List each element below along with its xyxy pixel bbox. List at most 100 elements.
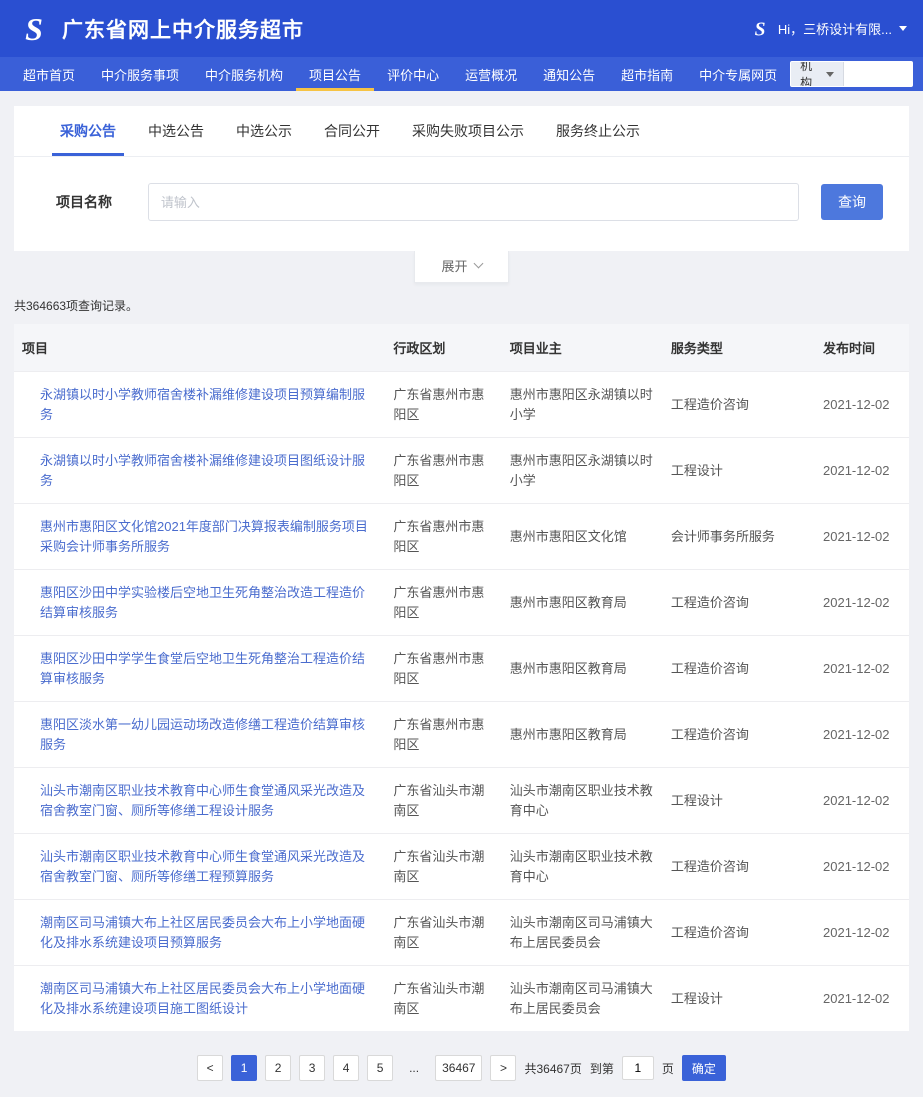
project-link[interactable]: 惠州市惠阳区文化馆2021年度部门决算报表编制服务项目采购会计师事务所服务 (40, 519, 368, 554)
table-row: 惠阳区淡水第一幼儿园运动场改造修缮工程造价结算审核服务 广东省惠州市惠阳区 惠州… (14, 702, 909, 768)
page-button[interactable]: 4 (333, 1055, 359, 1081)
table-header-row: 项目 行政区划 项目业主 服务类型 发布时间 (14, 324, 909, 372)
nav-item[interactable]: 评价中心 (374, 57, 452, 91)
svg-text:S: S (25, 11, 43, 47)
nav-item[interactable]: 通知公告 (530, 57, 608, 91)
table-row: 永湖镇以时小学教师宿舍楼补漏维修建设项目图纸设计服务 广东省惠州市惠阳区 惠州市… (14, 438, 909, 504)
user-greeting: Hi，三桥设计有限... (778, 19, 892, 38)
service-type-cell: 工程造价咨询 (663, 372, 815, 438)
project-link[interactable]: 潮南区司马浦镇大布上社区居民委员会大布上小学地面硬化及排水系统建设项目预算服务 (40, 915, 365, 950)
nav-item[interactable]: 项目公告 (296, 57, 374, 91)
prev-page-button[interactable]: < (197, 1055, 223, 1081)
total-pages-label: 共36467页 (524, 1060, 581, 1077)
page-button[interactable]: 2 (265, 1055, 291, 1081)
owner-cell: 惠州市惠阳区永湖镇以时小学 (502, 372, 663, 438)
project-link[interactable]: 永湖镇以时小学教师宿舍楼补漏维修建设项目图纸设计服务 (40, 453, 365, 488)
nav-item[interactable]: 运营概况 (452, 57, 530, 91)
nav-item[interactable]: 中介服务事项 (88, 57, 192, 91)
table-header-cell: 服务类型 (663, 324, 815, 372)
table-row: 永湖镇以时小学教师宿舍楼补漏维修建设项目预算编制服务 广东省惠州市惠阳区 惠州市… (14, 372, 909, 438)
table-header-cell: 发布时间 (815, 324, 909, 372)
region-cell: 广东省惠州市惠阳区 (385, 702, 501, 768)
service-type-cell: 会计师事务所服务 (663, 504, 815, 570)
project-link[interactable]: 潮南区司马浦镇大布上社区居民委员会大布上小学地面硬化及排水系统建设项目施工图纸设… (40, 981, 365, 1016)
confirm-button[interactable]: 确定 (682, 1055, 726, 1081)
user-logo-icon: S (749, 18, 771, 40)
page-button[interactable]: 3 (299, 1055, 325, 1081)
nav-item[interactable]: 超市指南 (608, 57, 686, 91)
tab-item[interactable]: 合同公开 (308, 106, 396, 156)
filter-row: 项目名称 查询 (14, 157, 909, 251)
caret-down-icon (826, 72, 834, 77)
tab-item[interactable]: 采购失败项目公示 (396, 106, 540, 156)
table-row: 惠阳区沙田中学实验楼后空地卫生死角整治改造工程造价结算审核服务 广东省惠州市惠阳… (14, 570, 909, 636)
owner-cell: 惠州市惠阳区永湖镇以时小学 (502, 438, 663, 504)
project-link[interactable]: 汕头市潮南区职业技术教育中心师生食堂通风采光改造及宿舍教室门窗、厕所等修缮工程设… (40, 783, 365, 818)
region-cell: 广东省惠州市惠阳区 (385, 570, 501, 636)
service-type-cell: 工程设计 (663, 966, 815, 1032)
region-cell: 广东省惠州市惠阳区 (385, 636, 501, 702)
nav-item[interactable]: 中介服务机构 (192, 57, 296, 91)
tab-item[interactable]: 服务终止公示 (540, 106, 656, 156)
publish-date-cell: 2021-12-02 (815, 372, 909, 438)
service-type-cell: 工程造价咨询 (663, 834, 815, 900)
nav-search-input[interactable] (844, 62, 913, 86)
owner-cell: 汕头市潮南区司马浦镇大布上居民委员会 (502, 966, 663, 1032)
publish-date-cell: 2021-12-02 (815, 438, 909, 504)
next-page-button[interactable]: > (490, 1055, 516, 1081)
region-cell: 广东省惠州市惠阳区 (385, 372, 501, 438)
table-row: 潮南区司马浦镇大布上社区居民委员会大布上小学地面硬化及排水系统建设项目施工图纸设… (14, 966, 909, 1032)
goto-suffix-label: 页 (662, 1060, 674, 1077)
tab-item[interactable]: 采购公告 (44, 106, 132, 156)
project-link[interactable]: 汕头市潮南区职业技术教育中心师生食堂通风采光改造及宿舍教室门窗、厕所等修缮工程预… (40, 849, 365, 884)
app-title: 广东省网上中介服务超市 (62, 14, 304, 44)
expand-button[interactable]: 展开 (414, 251, 508, 283)
page-button[interactable]: 36467 (435, 1055, 482, 1081)
service-type-cell: 工程造价咨询 (663, 636, 815, 702)
page-button[interactable]: 5 (367, 1055, 393, 1081)
region-cell: 广东省汕头市潮南区 (385, 768, 501, 834)
owner-cell: 惠州市惠阳区文化馆 (502, 504, 663, 570)
goto-prefix-label: 到第 (590, 1060, 614, 1077)
owner-cell: 惠州市惠阳区教育局 (502, 570, 663, 636)
page-button[interactable]: 1 (231, 1055, 257, 1081)
query-button[interactable]: 查询 (821, 184, 883, 220)
nav-item[interactable]: 超市首页 (10, 57, 88, 91)
owner-cell: 汕头市潮南区司马浦镇大布上居民委员会 (502, 900, 663, 966)
project-name-input[interactable] (148, 183, 799, 221)
table-row: 汕头市潮南区职业技术教育中心师生食堂通风采光改造及宿舍教室门窗、厕所等修缮工程设… (14, 768, 909, 834)
owner-cell: 惠州市惠阳区教育局 (502, 636, 663, 702)
publish-date-cell: 2021-12-02 (815, 570, 909, 636)
publish-date-cell: 2021-12-02 (815, 504, 909, 570)
expand-label: 展开 (441, 256, 467, 275)
service-type-cell: 工程造价咨询 (663, 900, 815, 966)
app-header: S 广东省网上中介服务超市 S Hi，三桥设计有限... (0, 0, 923, 57)
project-link[interactable]: 惠阳区沙田中学实验楼后空地卫生死角整治改造工程造价结算审核服务 (40, 585, 365, 620)
publish-date-cell: 2021-12-02 (815, 636, 909, 702)
app-logo-icon: S (16, 11, 52, 47)
region-cell: 广东省惠州市惠阳区 (385, 504, 501, 570)
page-button[interactable]: ... (401, 1055, 427, 1081)
user-menu[interactable]: S Hi，三桥设计有限... (749, 18, 907, 40)
tab-item[interactable]: 中选公示 (220, 106, 308, 156)
publish-date-cell: 2021-12-02 (815, 900, 909, 966)
project-link[interactable]: 永湖镇以时小学教师宿舍楼补漏维修建设项目预算编制服务 (40, 387, 365, 422)
tab-item[interactable]: 中选公告 (132, 106, 220, 156)
search-type-select[interactable]: 机构 (791, 62, 844, 86)
region-cell: 广东省惠州市惠阳区 (385, 438, 501, 504)
owner-cell: 汕头市潮南区职业技术教育中心 (502, 834, 663, 900)
nav-item[interactable]: 中介专属网页 (686, 57, 790, 91)
svg-text:S: S (754, 19, 765, 39)
announcement-tabs: 采购公告 中选公告 中选公示 合同公开 采购失败项目公示 服务终止公示 (14, 106, 909, 157)
publish-date-cell: 2021-12-02 (815, 702, 909, 768)
project-link[interactable]: 惠阳区淡水第一幼儿园运动场改造修缮工程造价结算审核服务 (40, 717, 365, 752)
table-header-cell: 项目 (14, 324, 385, 372)
caret-down-icon (899, 26, 907, 31)
project-link[interactable]: 惠阳区沙田中学学生食堂后空地卫生死角整治工程造价结算审核服务 (40, 651, 365, 686)
goto-page-input[interactable] (622, 1056, 654, 1080)
nav-search-group: 机构 (790, 61, 913, 87)
table-row: 潮南区司马浦镇大布上社区居民委员会大布上小学地面硬化及排水系统建设项目预算服务 … (14, 900, 909, 966)
region-cell: 广东省汕头市潮南区 (385, 966, 501, 1032)
table-row: 惠州市惠阳区文化馆2021年度部门决算报表编制服务项目采购会计师事务所服务 广东… (14, 504, 909, 570)
results-table: 项目 行政区划 项目业主 服务类型 发布时间 永湖镇以时小学教师宿舍楼补漏维修建… (14, 324, 909, 1031)
